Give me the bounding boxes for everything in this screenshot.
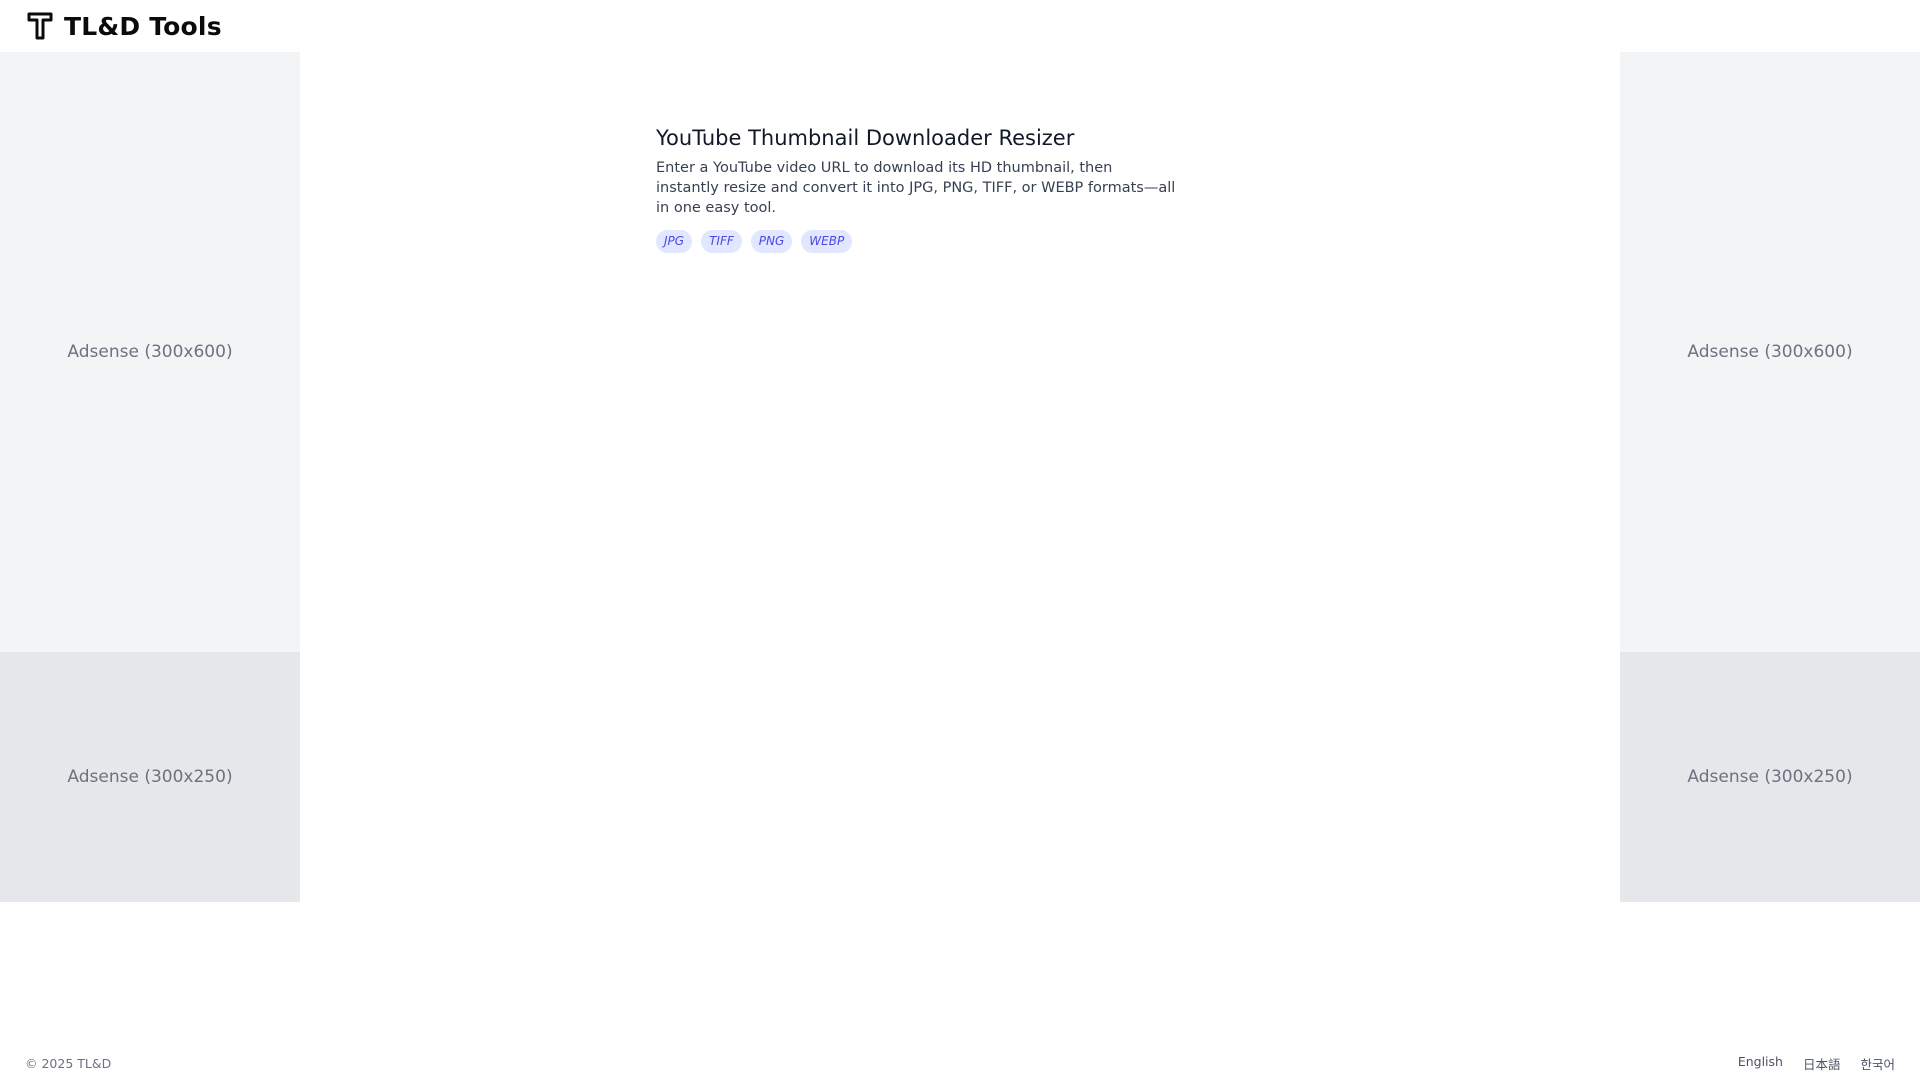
tag-tiff: TIFF — [701, 230, 742, 253]
tool-description: Enter a YouTube video URL to download it… — [656, 160, 1176, 216]
site-header: TL&D Tools — [0, 0, 1920, 52]
lang-japanese-link[interactable]: 日本語 — [1803, 1054, 1841, 1073]
format-tags: JPG TIFF PNG WEBP — [656, 230, 1176, 253]
ad-slot-right-short: Adsense (300x250) — [1620, 652, 1920, 902]
tag-jpg: JPG — [656, 230, 693, 253]
copyright-text: © 2025 TL&D — [25, 1055, 112, 1071]
language-switcher: English 日本語 한국어 — [1738, 1054, 1895, 1073]
tool-intro: YouTube Thumbnail Downloader Resizer Ent… — [656, 124, 1176, 253]
ad-slot-right-tall: Adsense (300x600) — [1620, 52, 1920, 652]
t-hammer-icon[interactable] — [26, 11, 54, 41]
tag-webp: WEBP — [801, 230, 853, 253]
tag-png: PNG — [750, 230, 793, 253]
lang-korean-link[interactable]: 한국어 — [1860, 1054, 1895, 1073]
ad-slot-left-tall: Adsense (300x600) — [0, 52, 300, 652]
page-title: YouTube Thumbnail Downloader Resizer — [656, 126, 1075, 150]
ad-slot-left-short: Adsense (300x250) — [0, 652, 300, 902]
lang-english-link[interactable]: English — [1738, 1054, 1783, 1073]
brand-name[interactable]: TL&D Tools — [64, 12, 222, 41]
site-footer: © 2025 TL&D English 日本語 한국어 — [0, 1050, 1920, 1076]
